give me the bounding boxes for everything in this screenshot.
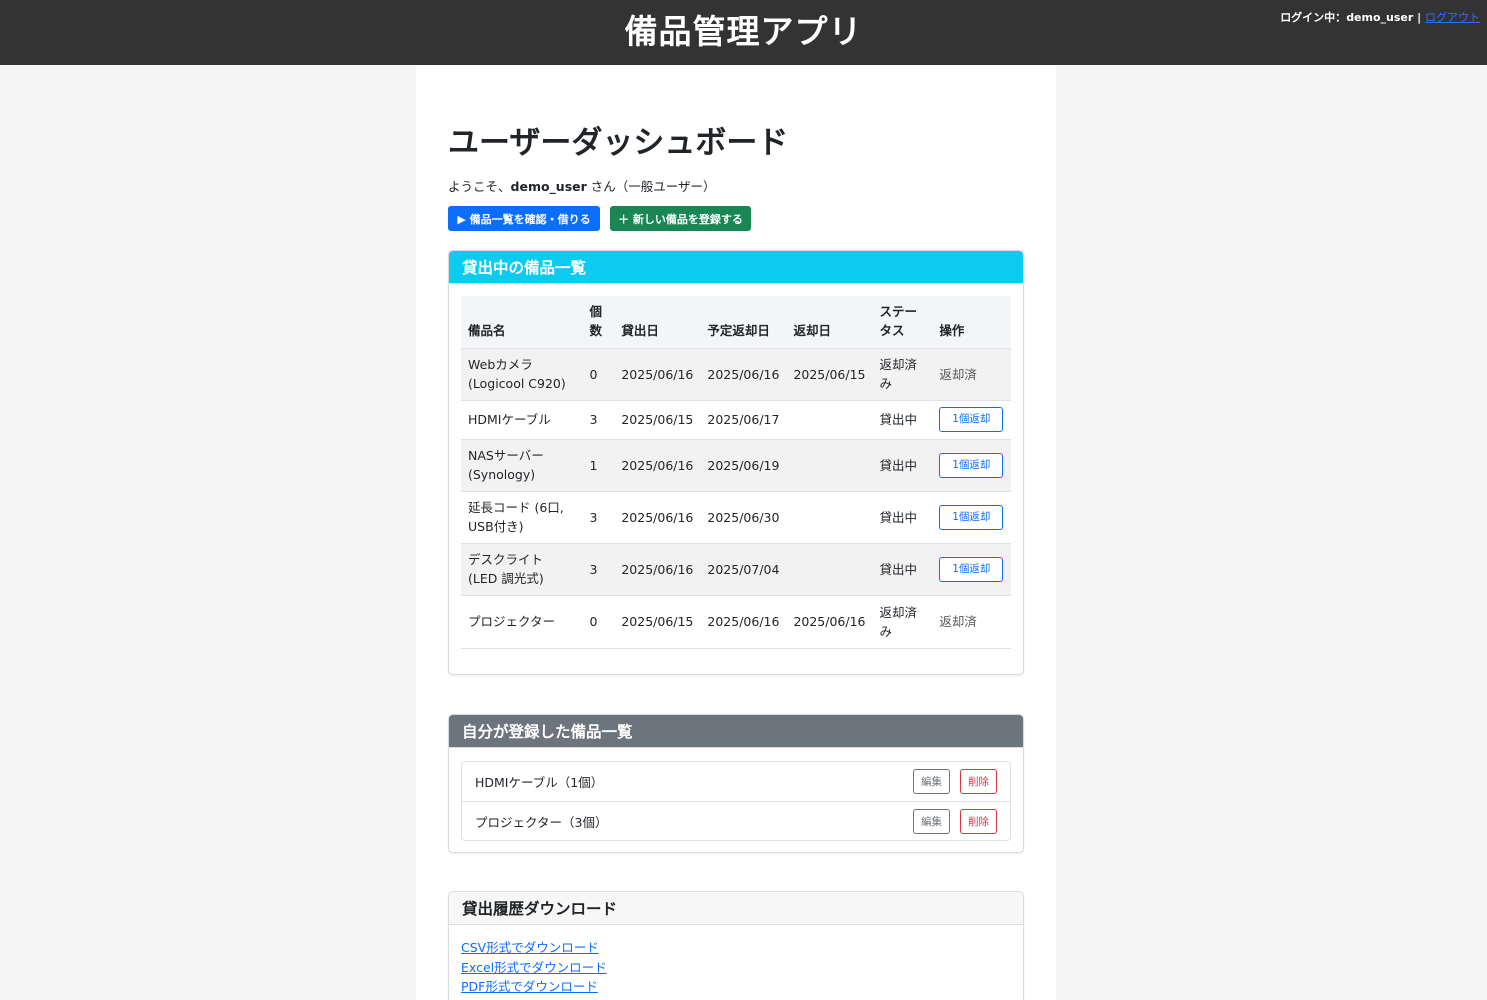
cell-name: 延長コード (6口, USB付き) bbox=[461, 490, 583, 543]
cell-return-date bbox=[786, 490, 873, 543]
download-card-header: 貸出履歴ダウンロード bbox=[449, 892, 1023, 925]
table-row: HDMIケーブル 3 2025/06/15 2025/06/17 貸出中 1個返… bbox=[461, 399, 1011, 439]
top-navbar: 備品管理アプリ ログイン中：demo_user | ログアウト bbox=[0, 0, 1487, 65]
table-row: Webカメラ (Logicool C920) 0 2025/06/16 2025… bbox=[461, 347, 1011, 400]
cell-qty: 3 bbox=[582, 399, 615, 439]
cell-status: 貸出中 bbox=[872, 490, 933, 543]
cell-name: Webカメラ (Logicool C920) bbox=[461, 347, 583, 400]
cell-actions: 1個返却 bbox=[932, 399, 1011, 439]
login-info: ログイン中：demo_user | ログアウト bbox=[1280, 9, 1480, 25]
my-item-label: プロジェクター（3個） bbox=[475, 814, 608, 830]
col-header-lent-date: 貸出日 bbox=[614, 296, 701, 348]
app-title: 備品管理アプリ bbox=[624, 12, 863, 51]
welcome-message: ようこそ、demo_user さん（一般ユーザー） bbox=[448, 176, 716, 195]
cell-due-date: 2025/06/16 bbox=[700, 347, 787, 400]
logout-link[interactable]: ログアウト bbox=[1425, 11, 1480, 24]
cell-return-date: 2025/06/16 bbox=[786, 594, 873, 649]
login-separator: | bbox=[1413, 11, 1425, 24]
welcome-suffix: さん（一般ユーザー） bbox=[586, 179, 716, 194]
col-header-qty-text: 個数 bbox=[589, 303, 603, 338]
table-row: 延長コード (6口, USB付き) 3 2025/06/16 2025/06/3… bbox=[461, 490, 1011, 543]
cell-status: 貸出中 bbox=[872, 542, 933, 595]
download-card: 貸出履歴ダウンロード CSV形式でダウンロード Excel形式でダウンロード P… bbox=[448, 891, 1024, 1000]
table-row: プロジェクター 0 2025/06/15 2025/06/16 2025/06/… bbox=[461, 594, 1011, 649]
cell-status: 貸出中 bbox=[872, 399, 933, 439]
cell-return-date bbox=[786, 399, 873, 439]
cell-qty: 3 bbox=[582, 490, 615, 543]
cell-qty: 3 bbox=[582, 542, 615, 595]
page-title: ユーザーダッシュボード bbox=[448, 125, 789, 161]
return-one-button[interactable]: 1個返却 bbox=[939, 452, 1004, 478]
cell-status: 返却済み bbox=[872, 594, 933, 649]
col-header-due-date: 予定返却日 bbox=[700, 296, 787, 348]
return-one-button[interactable]: 1個返却 bbox=[939, 407, 1004, 432]
return-one-button[interactable]: 1個返却 bbox=[939, 556, 1004, 582]
my-items-card: 自分が登録した備品一覧 HDMIケーブル（1個） 編集 削除 プロジェクター（3… bbox=[448, 714, 1024, 853]
col-header-status-text: ステータス bbox=[879, 303, 917, 338]
cell-lent-date: 2025/06/16 bbox=[614, 347, 701, 400]
cell-lent-date: 2025/06/16 bbox=[614, 438, 701, 491]
my-items-card-header: 自分が登録した備品一覧 bbox=[449, 715, 1023, 748]
cell-name: NASサーバー (Synology) bbox=[461, 438, 583, 491]
col-header-actions: 操作 bbox=[932, 296, 1011, 348]
cell-qty: 0 bbox=[582, 347, 615, 400]
cell-actions: 1個返却 bbox=[932, 542, 1011, 595]
excel-download-link[interactable]: Excel形式でダウンロード bbox=[461, 958, 607, 978]
col-header-name: 備品名 bbox=[461, 296, 583, 348]
col-header-qty: 個数 bbox=[582, 296, 615, 348]
cell-name: デスクライト (LED 調光式) bbox=[461, 542, 583, 595]
cell-due-date: 2025/06/17 bbox=[700, 399, 787, 439]
my-items-list: HDMIケーブル（1個） 編集 削除 プロジェクター（3個） 編集 削除 bbox=[461, 761, 1011, 841]
cell-lent-date: 2025/06/15 bbox=[614, 399, 701, 439]
cell-due-date: 2025/07/04 bbox=[700, 542, 787, 595]
my-item-actions: 編集 削除 bbox=[913, 809, 997, 834]
csv-download-link[interactable]: CSV形式でダウンロード bbox=[461, 938, 607, 958]
browse-equipment-button[interactable]: ▶ 備品一覧を確認・借りる bbox=[448, 206, 600, 231]
cell-status: 返却済み bbox=[872, 347, 933, 400]
cell-qty: 1 bbox=[582, 438, 615, 491]
loans-card-header: 貸出中の備品一覧 bbox=[449, 251, 1023, 284]
cell-due-date: 2025/06/30 bbox=[700, 490, 787, 543]
col-header-return-date: 返却日 bbox=[786, 296, 873, 348]
cell-actions: 1個返却 bbox=[932, 490, 1011, 543]
delete-button[interactable]: 削除 bbox=[960, 769, 997, 794]
cell-lent-date: 2025/06/16 bbox=[614, 490, 701, 543]
cell-returned-label: 返却済 bbox=[932, 347, 1011, 400]
cell-returned-label: 返却済 bbox=[932, 594, 1011, 649]
delete-button[interactable]: 削除 bbox=[960, 809, 997, 834]
cell-return-date bbox=[786, 542, 873, 595]
list-item: HDMIケーブル（1個） 編集 削除 bbox=[462, 762, 1010, 801]
edit-button[interactable]: 編集 bbox=[913, 769, 950, 794]
return-one-button[interactable]: 1個返却 bbox=[939, 504, 1004, 530]
cell-qty: 0 bbox=[582, 594, 615, 649]
my-item-label: HDMIケーブル（1個） bbox=[475, 775, 604, 790]
list-item: プロジェクター（3個） 編集 削除 bbox=[462, 801, 1010, 840]
cell-status: 貸出中 bbox=[872, 438, 933, 491]
table-row: NASサーバー (Synology) 1 2025/06/16 2025/06/… bbox=[461, 438, 1011, 491]
cell-name: HDMIケーブル bbox=[461, 399, 583, 439]
main-content: ユーザーダッシュボード ようこそ、demo_user さん（一般ユーザー） ▶ … bbox=[416, 65, 1056, 1000]
cell-due-date: 2025/06/19 bbox=[700, 438, 787, 491]
login-prefix: ログイン中： bbox=[1280, 11, 1347, 24]
loans-card: 貸出中の備品一覧 備品名 個数 貸出日 予定返却日 返却日 ステータス 操作 W… bbox=[448, 250, 1024, 675]
cell-actions: 1個返却 bbox=[932, 438, 1011, 491]
pdf-download-link[interactable]: PDF形式でダウンロード bbox=[461, 977, 607, 997]
cell-lent-date: 2025/06/16 bbox=[614, 542, 701, 595]
cell-name: プロジェクター bbox=[461, 594, 583, 649]
welcome-prefix: ようこそ、 bbox=[448, 179, 511, 194]
login-username: demo_user bbox=[1346, 11, 1414, 24]
edit-button[interactable]: 編集 bbox=[913, 809, 950, 834]
cell-return-date bbox=[786, 438, 873, 491]
register-equipment-button[interactable]: ＋ 新しい備品を登録する bbox=[610, 206, 751, 231]
download-links: CSV形式でダウンロード Excel形式でダウンロード PDF形式でダウンロード bbox=[461, 938, 607, 997]
loans-table: 備品名 個数 貸出日 予定返却日 返却日 ステータス 操作 Webカメラ (Lo… bbox=[461, 296, 1011, 649]
welcome-username: demo_user bbox=[510, 179, 587, 194]
my-item-actions: 編集 削除 bbox=[913, 769, 997, 794]
col-header-status: ステータス bbox=[872, 296, 933, 348]
cell-return-date: 2025/06/15 bbox=[786, 347, 873, 400]
cell-lent-date: 2025/06/15 bbox=[614, 594, 701, 649]
table-header-row: 備品名 個数 貸出日 予定返却日 返却日 ステータス 操作 bbox=[461, 296, 1011, 348]
table-row: デスクライト (LED 調光式) 3 2025/06/16 2025/07/04… bbox=[461, 542, 1011, 595]
cell-due-date: 2025/06/16 bbox=[700, 594, 787, 649]
